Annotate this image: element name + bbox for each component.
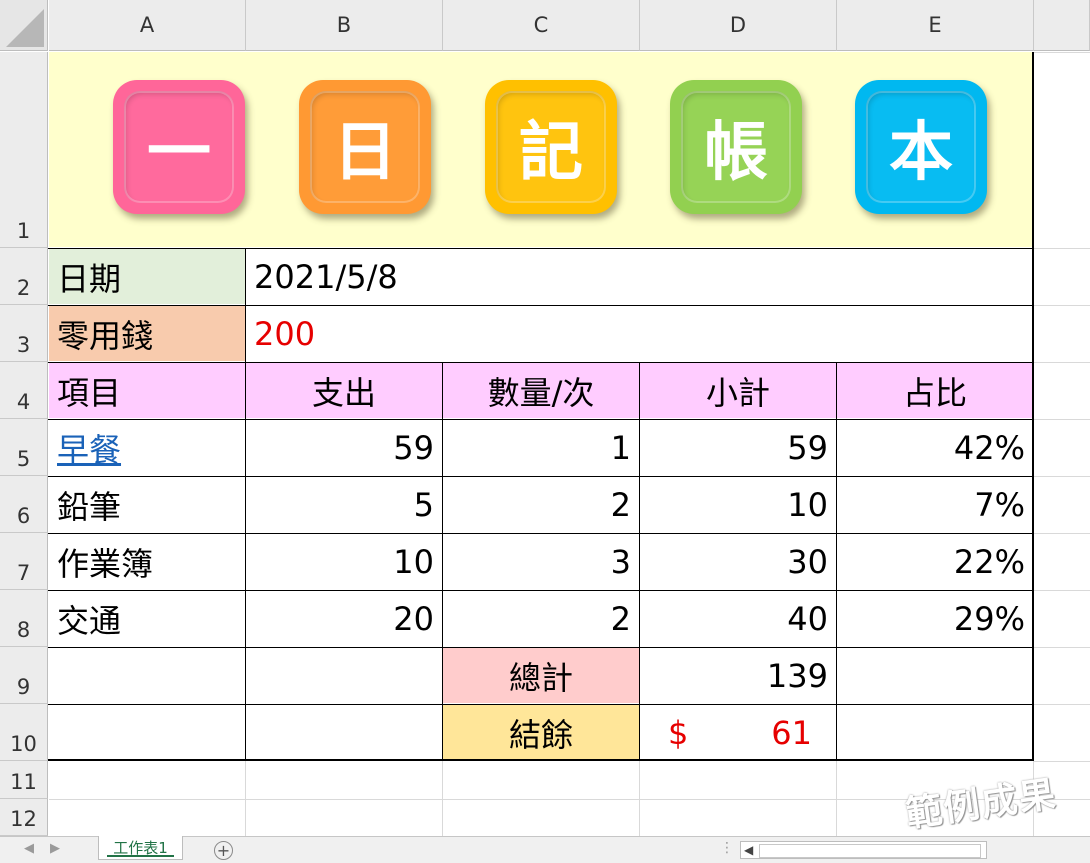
row-header-12[interactable]: 12 [0,799,48,836]
quantity-cell[interactable]: 2 [443,591,639,646]
row-header-9[interactable]: 9 [0,647,48,704]
title-char-5: 本 [866,91,976,203]
quantity-cell[interactable]: 1 [443,420,639,475]
subtotal-cell[interactable]: 30 [640,534,836,589]
title-tile-2: 日 [299,80,431,214]
title-char-4: 帳 [681,91,791,203]
row-header-5[interactable]: 5 [0,419,48,476]
row-header-11[interactable]: 11 [0,761,48,799]
date-label[interactable]: 日期 [49,249,245,304]
header-percentage[interactable]: 占比 [837,363,1033,418]
scroll-left-arrow-icon[interactable]: ◀ [744,843,753,857]
quantity-cell[interactable]: 3 [443,534,639,589]
title-tile-3: 記 [485,80,617,214]
row-header-2[interactable]: 2 [0,248,48,305]
title-tile-5: 本 [855,80,987,214]
cost-cell[interactable]: 20 [246,591,442,646]
balance-value-cell[interactable]: $ 61 [640,705,836,760]
scrollbar-thumb[interactable] [759,844,981,858]
header-quantity[interactable]: 數量/次 [443,363,639,418]
percentage-cell[interactable]: 7% [837,477,1033,532]
balance-label[interactable]: 結餘 [443,705,639,760]
row-header-8[interactable]: 8 [0,590,48,647]
subtotal-cell[interactable]: 40 [640,591,836,646]
row-header-3[interactable]: 3 [0,305,48,362]
header-item[interactable]: 項目 [49,363,245,418]
cost-cell[interactable]: 5 [246,477,442,532]
balance-currency: $ [668,713,689,752]
title-char-3: 記 [496,91,606,203]
cost-cell[interactable]: 59 [246,420,442,475]
header-cost[interactable]: 支出 [246,363,442,418]
title-char-2: 日 [310,91,420,203]
sheet-tab[interactable]: 工作表1 [98,836,183,860]
next-sheet-arrow-icon[interactable]: ▶ [50,841,60,856]
item-cell[interactable]: 早餐 [49,420,245,475]
quantity-cell[interactable]: 2 [443,477,639,532]
total-value[interactable]: 139 [640,648,836,703]
row-header-10[interactable]: 10 [0,704,48,761]
column-header-d[interactable]: D [640,0,837,51]
allowance-label[interactable]: 零用錢 [49,306,245,361]
column-header-b[interactable]: B [246,0,443,51]
cost-cell[interactable]: 10 [246,534,442,589]
subtotal-cell[interactable]: 59 [640,420,836,475]
column-header-e[interactable]: E [837,0,1034,51]
date-value[interactable]: 2021/5/8 [246,249,1033,304]
item-cell[interactable]: 作業簿 [49,534,245,589]
row-header-1[interactable]: 1 [0,52,48,248]
subtotal-cell[interactable]: 10 [640,477,836,532]
horizontal-scrollbar[interactable]: ◀ [740,841,987,859]
watermark-text: 範例成果 [903,773,1060,836]
item-cell[interactable]: 鉛筆 [49,477,245,532]
row-header-7[interactable]: 7 [0,533,48,590]
select-all-corner[interactable] [0,0,48,51]
title-char-1: 一 [124,91,234,203]
prev-sheet-arrow-icon[interactable]: ◀ [24,841,34,856]
percentage-cell[interactable]: 29% [837,591,1033,646]
add-sheet-plus-icon[interactable]: + [214,841,233,860]
title-tile-1: 一 [113,80,245,214]
item-cell[interactable]: 交通 [49,591,245,646]
row-header-6[interactable]: 6 [0,476,48,533]
percentage-cell[interactable]: 42% [837,420,1033,475]
allowance-value[interactable]: 200 [246,306,1033,361]
column-header-f[interactable] [1034,0,1090,51]
header-subtotal[interactable]: 小計 [640,363,836,418]
column-header-a[interactable]: A [49,0,246,51]
splitter-handle-icon[interactable]: ⋮ [720,840,734,856]
row-header-4[interactable]: 4 [0,362,48,419]
item-link[interactable]: 早餐 [57,425,121,471]
title-tile-4: 帳 [670,80,802,214]
column-header-c[interactable]: C [443,0,640,51]
balance-value: 61 [771,713,812,752]
total-label[interactable]: 總計 [443,648,639,703]
percentage-cell[interactable]: 22% [837,534,1033,589]
